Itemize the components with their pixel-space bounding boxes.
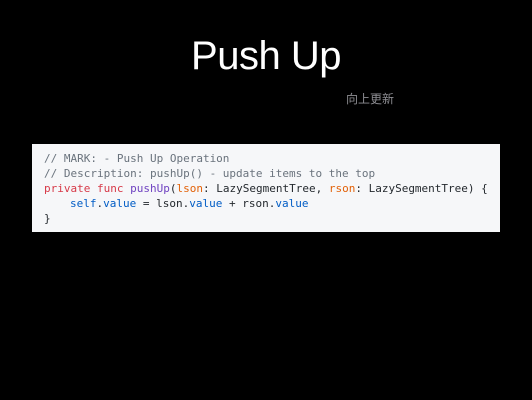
slide: Push Up 向上更新 // MARK: - Push Up Operatio… [0, 0, 532, 400]
code-line-assignment: self.value = lson.value + rson.value [44, 196, 500, 211]
colon-1: : [202, 182, 217, 195]
property-value-3: value [275, 197, 309, 210]
code-block: // MARK: - Push Up Operation // Descript… [32, 144, 500, 232]
close-paren-brace: ) { [467, 182, 488, 195]
code-line-description-comment: // Description: pushUp() - update items … [44, 167, 376, 180]
param-rson: rson [328, 182, 356, 195]
colon-2: : [355, 182, 369, 195]
slide-title: Push Up [191, 34, 341, 78]
comma: , [315, 182, 329, 195]
keyword-func: func [96, 182, 124, 195]
keyword-self: self [70, 197, 97, 210]
plus-rson: + rson. [222, 197, 276, 210]
type-1: LazySegmentTree [216, 182, 316, 195]
keyword-private: private [44, 182, 91, 195]
property-value-1: value [103, 197, 137, 210]
code-line-closing-brace: } [44, 212, 51, 225]
code-line-mark-comment: // MARK: - Push Up Operation [44, 152, 230, 165]
code-line-function-signature: private func pushUp(lson: LazySegmentTre… [44, 181, 500, 196]
property-value-2: value [189, 197, 223, 210]
slide-subtitle: 向上更新 [346, 92, 395, 106]
function-name: pushUp [130, 182, 170, 195]
param-lson: lson [176, 182, 203, 195]
assign-lson: = lson. [136, 197, 190, 210]
type-2: LazySegmentTree [368, 182, 468, 195]
